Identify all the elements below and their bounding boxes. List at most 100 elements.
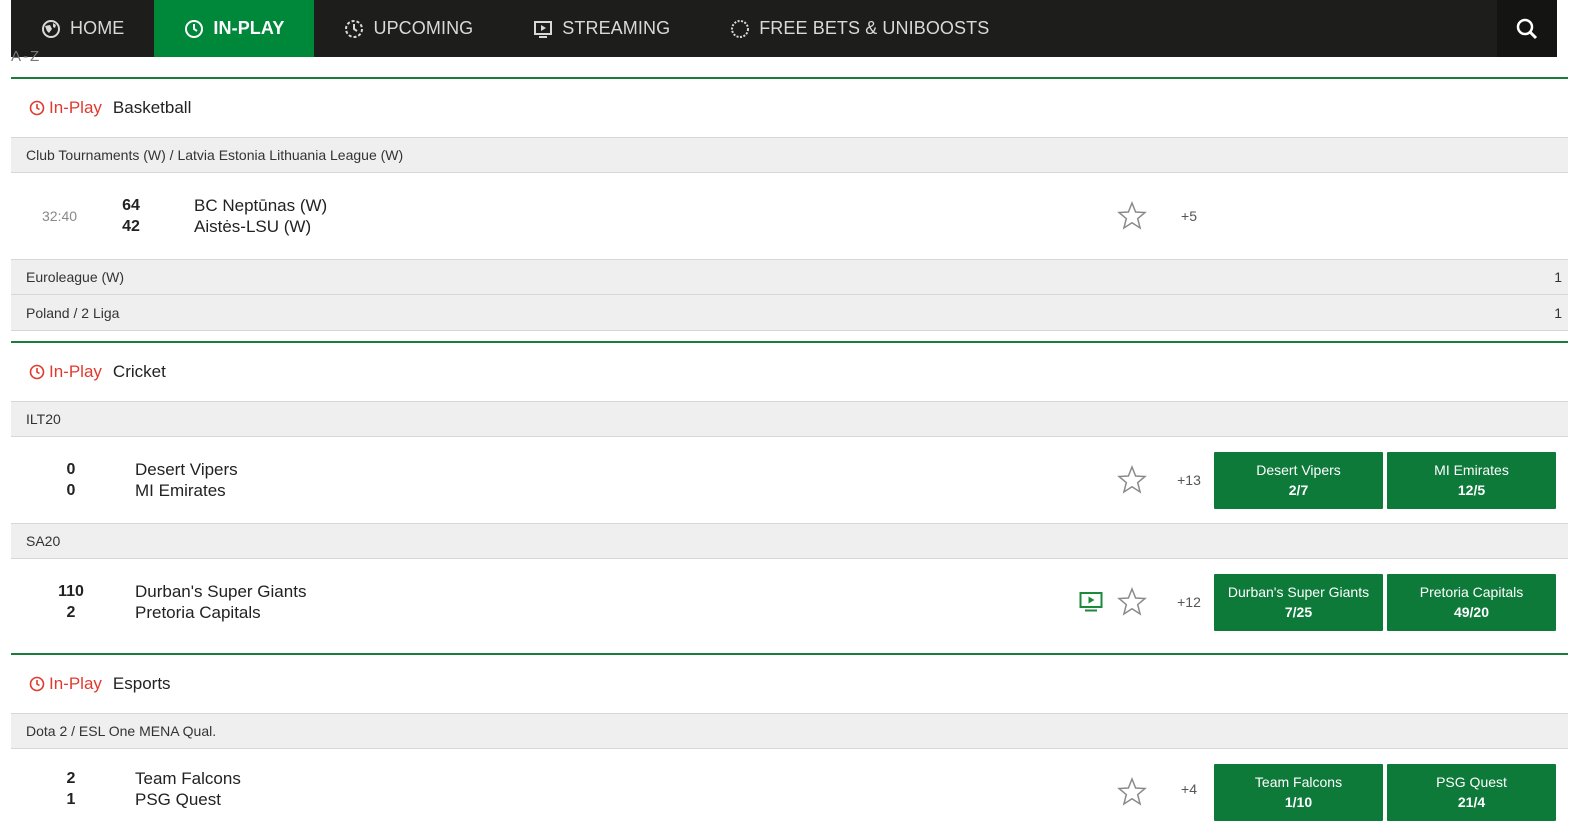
nav-home-label: HOME [70,18,125,38]
competition-row[interactable]: Dota 2 / ESL One MENA Qual. [11,713,1568,749]
favourite-star-icon[interactable] [1117,587,1147,617]
home-score: 2 [66,770,76,787]
competition-name: SA20 [26,533,61,549]
odds-button[interactable]: Durban's Super Giants 7/25 [1214,574,1383,631]
competition-name: Poland / 2 Liga [26,304,120,321]
circle-icon [731,19,750,38]
sport-title: Esports [112,674,171,693]
odds-selection: Team Falcons [1254,774,1343,790]
event-row[interactable]: 32:40 64 42 BC Neptūnas (W) Aistės-LSU (… [11,173,1568,259]
tv-icon [534,20,553,38]
in-play-label: In-Play [49,674,102,693]
favourite-star-icon[interactable] [1117,777,1147,807]
event-count: 1 [1554,304,1562,321]
nav-in-play-label: IN-PLAY [213,18,285,38]
sport-title: Basketball [112,98,192,117]
upcoming-clock-icon [345,19,364,38]
globe-icon [42,19,60,38]
odds-selection: PSG Quest [1436,774,1507,790]
nav-item-upcoming[interactable]: UPCOMING [314,0,503,57]
event-teams: Desert Vipers MI Emirates [135,459,238,501]
nav-upcoming-label: UPCOMING [373,18,474,38]
top-nav: HOME IN-PLAY UPCOMING STREAMING FREE BET… [11,0,1557,57]
away-team: MI Emirates [135,481,226,500]
odds-price: 12/5 [1457,482,1486,498]
in-play-clock-icon [29,676,45,692]
competition-name: ILT20 [26,411,61,427]
odds-selection: Desert Vipers [1256,462,1341,478]
in-play-tag: In-Play [29,98,102,118]
away-score: 2 [66,604,76,621]
in-play-clock-icon [29,100,45,116]
odds-button[interactable]: Pretoria Capitals 49/20 [1387,574,1556,631]
in-play-label: In-Play [49,98,102,117]
favourite-star-icon[interactable] [1117,201,1147,231]
page: HOME IN-PLAY UPCOMING STREAMING FREE BET… [0,0,1587,840]
event-count: 1 [1554,269,1562,285]
nav-item-streaming[interactable]: STREAMING [503,0,700,57]
competition-row[interactable]: Club Tournaments (W) / Latvia Estonia Li… [11,137,1568,173]
home-score: 0 [66,461,76,478]
away-team: Pretoria Capitals [135,603,261,622]
more-markets-link[interactable]: +13 [1174,472,1204,488]
sport-section-esports: In-Play Esports Dota 2 / ESL One MENA Qu… [11,653,1568,829]
competition-row[interactable]: SA20 [11,523,1568,559]
in-play-clock-icon [29,364,45,380]
competition-name: Euroleague (W) [26,269,125,285]
sport-header: In-Play Basketball [11,79,1568,137]
home-team: BC Neptūnas (W) [194,196,328,215]
search-button[interactable] [1497,0,1557,57]
sport-header: In-Play Esports [11,655,1568,713]
home-team: Team Falcons [135,769,241,788]
event-teams: Durban's Super Giants Pretoria Capitals [135,581,306,623]
event-row[interactable]: 110 2 Durban's Super Giants Pretoria Cap… [11,559,1568,645]
away-team: Aistės-LSU (W) [194,217,312,236]
nav-streaming-label: STREAMING [562,18,671,38]
competition-row[interactable]: Poland / 2 Liga 1 [11,295,1568,331]
in-play-label: In-Play [49,362,102,381]
more-markets-link[interactable]: +4 [1174,781,1204,797]
home-team: Desert Vipers [135,460,238,479]
event-row[interactable]: 2 1 Team Falcons PSG Quest +4 Team Falco… [11,749,1568,829]
event-teams: Team Falcons PSG Quest [135,768,241,810]
left-margin [0,0,11,840]
sport-title: Cricket [112,362,166,381]
event-scores: 64 42 [111,195,151,237]
competition-name: Dota 2 / ESL One MENA Qual. [26,723,217,739]
odds-button[interactable]: PSG Quest 21/4 [1387,764,1556,821]
odds-button[interactable]: Desert Vipers 2/7 [1214,452,1383,509]
away-team: PSG Quest [135,790,221,809]
event-row[interactable]: 0 0 Desert Vipers MI Emirates +13 Desert… [11,437,1568,523]
odds-selection: Pretoria Capitals [1419,584,1524,600]
nav-item-free-bets[interactable]: FREE BETS & UNIBOOSTS [700,0,1019,57]
odds-price: 7/25 [1284,604,1313,620]
sport-section-basketball: In-Play Basketball Club Tournaments (W) … [11,77,1568,331]
odds-price: 2/7 [1288,482,1309,498]
odds-selection: Durban's Super Giants [1227,584,1370,600]
more-markets-link[interactable]: +5 [1174,208,1204,224]
nav-item-in-play[interactable]: IN-PLAY [154,0,315,57]
sport-header: In-Play Cricket [11,343,1568,401]
clock-icon [185,19,204,38]
in-play-tag: In-Play [29,674,102,694]
event-scores: 110 2 [51,581,91,623]
home-score: 64 [122,197,140,214]
odds-price: 1/10 [1284,794,1313,810]
event-scores: 0 0 [51,459,91,501]
away-score: 42 [122,218,140,235]
odds-button[interactable]: MI Emirates 12/5 [1387,452,1556,509]
home-score: 110 [58,583,84,600]
competition-row[interactable]: Euroleague (W) 1 [11,259,1568,295]
favourite-star-icon[interactable] [1117,465,1147,495]
away-score: 0 [66,482,76,499]
away-score: 1 [66,791,76,808]
odds-button[interactable]: Team Falcons 1/10 [1214,764,1383,821]
event-teams: BC Neptūnas (W) Aistės-LSU (W) [194,195,327,237]
event-scores: 2 1 [51,768,91,810]
more-markets-link[interactable]: +12 [1174,594,1204,610]
live-stream-icon[interactable] [1079,591,1103,613]
nav-free-bets-label: FREE BETS & UNIBOOSTS [759,18,990,38]
competition-row[interactable]: ILT20 [11,401,1568,437]
